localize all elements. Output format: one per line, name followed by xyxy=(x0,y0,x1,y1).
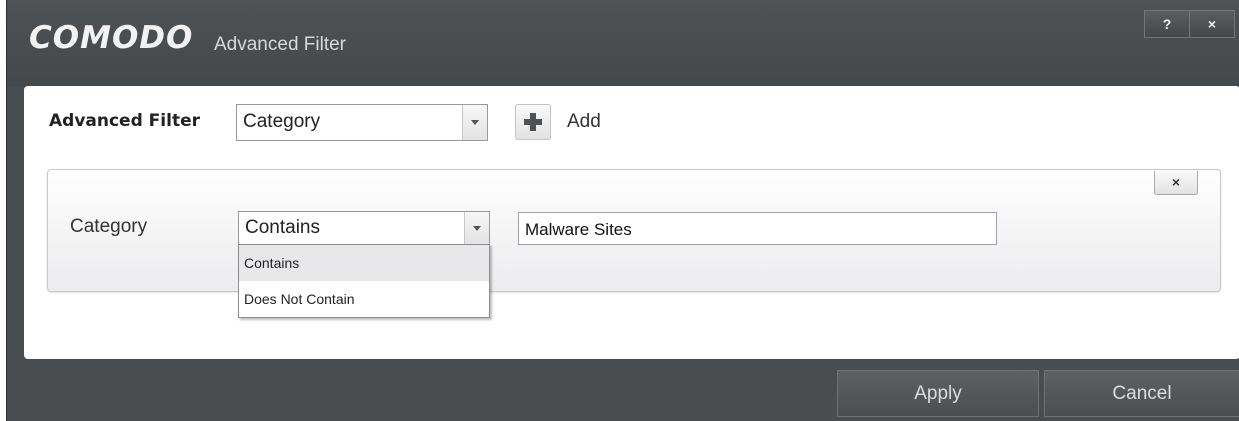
title-bar: COMODO Advanced Filter ? × xyxy=(7,0,1239,86)
close-icon: × xyxy=(1207,16,1217,32)
chevron-down-icon[interactable] xyxy=(462,105,487,140)
operator-value: Contains xyxy=(245,217,320,238)
comodo-logo: COMODO xyxy=(29,20,194,56)
chevron-down-icon[interactable] xyxy=(464,212,489,244)
condition-field-label: Category xyxy=(70,216,148,237)
operator-option-contains[interactable]: Contains xyxy=(239,245,489,281)
operator-select[interactable]: Contains xyxy=(238,211,490,245)
remove-condition-button[interactable]: × xyxy=(1154,171,1198,195)
add-filter-label[interactable]: Add xyxy=(567,111,601,133)
filter-content-area: Advanced Filter Category Add × Category … xyxy=(24,86,1239,359)
add-filter-button[interactable] xyxy=(515,104,551,140)
operator-dropdown-list: Contains Does Not Contain xyxy=(238,244,490,318)
close-window-button[interactable]: × xyxy=(1189,10,1235,38)
operator-option-does-not-contain[interactable]: Does Not Contain xyxy=(239,281,489,317)
window-title: Advanced Filter xyxy=(214,34,347,55)
advanced-filter-window: COMODO Advanced Filter ? × Advanced Filt… xyxy=(6,0,1239,421)
close-icon: × xyxy=(1171,174,1181,190)
help-button[interactable]: ? xyxy=(1144,10,1190,38)
advanced-filter-label: Advanced Filter xyxy=(49,111,200,131)
cancel-button[interactable]: Cancel xyxy=(1044,370,1239,417)
condition-value-input[interactable]: Malware Sites xyxy=(518,212,997,245)
filter-type-value: Category xyxy=(243,111,321,132)
filter-type-select[interactable]: Category xyxy=(236,104,488,141)
help-icon: ? xyxy=(1162,16,1172,32)
apply-button[interactable]: Apply xyxy=(837,370,1039,417)
